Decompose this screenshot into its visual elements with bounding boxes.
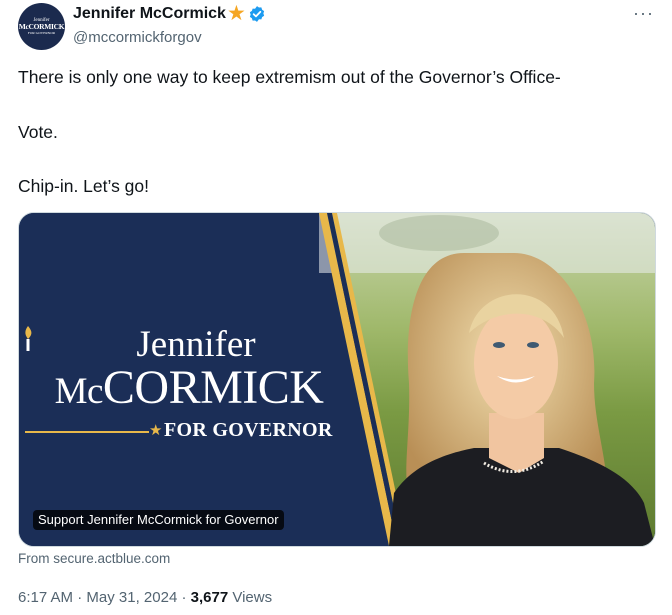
logo-for-governor: FOR GOVERNOR bbox=[164, 419, 333, 441]
logo-cormick: CORMICK bbox=[102, 361, 324, 414]
tweet-text-line: Chip-in. Let’s go! bbox=[18, 176, 150, 196]
torch-icon bbox=[25, 326, 32, 351]
card-source-link[interactable]: From secure.actblue.com bbox=[18, 551, 170, 566]
views-count: 3,677 bbox=[190, 589, 229, 606]
logo-star-icon: ★ bbox=[149, 423, 163, 439]
avatar-text-last: McCORMICK bbox=[18, 22, 65, 31]
avatar-text-sub: FOR GOVERNOR bbox=[27, 31, 56, 35]
author-handle[interactable]: @mccormickforgov bbox=[73, 29, 202, 46]
tweet-header: Jennifer McCORMICK FOR GOVERNOR Jennifer… bbox=[18, 3, 658, 53]
star-emoji-icon: ★ bbox=[226, 2, 246, 25]
logo-last-name: McCORMICK bbox=[19, 363, 359, 417]
link-card[interactable]: Jennifer McCORMICK ★ FOR GOVERNOR Suppor… bbox=[18, 212, 656, 547]
avatar[interactable]: Jennifer McCORMICK FOR GOVERNOR bbox=[18, 3, 65, 50]
campaign-logo: Jennifer McCORMICK ★ FOR GOVERNOR bbox=[19, 324, 359, 441]
tweet-date[interactable]: May 31, 2024 bbox=[86, 589, 177, 606]
author-name-line: Jennifer McCormick ★ bbox=[73, 2, 266, 25]
logo-gold-line bbox=[25, 431, 149, 433]
more-options-icon[interactable]: ··· bbox=[633, 3, 654, 24]
tweet-text-line: There is only one way to keep extremism … bbox=[18, 67, 561, 87]
author-name[interactable]: Jennifer McCormick bbox=[73, 5, 226, 23]
logo-mc: Mc bbox=[54, 371, 104, 412]
meta-separator: · bbox=[73, 589, 87, 606]
tweet-meta: 6:17 AM · May 31, 2024 · 3,677 Views bbox=[18, 589, 272, 606]
logo-governor-row: ★ FOR GOVERNOR bbox=[19, 419, 359, 443]
logo-first-name: Jennifer bbox=[136, 324, 256, 365]
verified-badge-icon[interactable] bbox=[248, 5, 266, 23]
tweet-time[interactable]: 6:17 AM bbox=[18, 589, 73, 606]
card-title: Support Jennifer McCormick for Governor bbox=[33, 510, 284, 530]
meta-separator: · bbox=[177, 589, 191, 606]
views-label: Views bbox=[228, 589, 273, 606]
tweet-text-line: Vote. bbox=[18, 122, 58, 142]
